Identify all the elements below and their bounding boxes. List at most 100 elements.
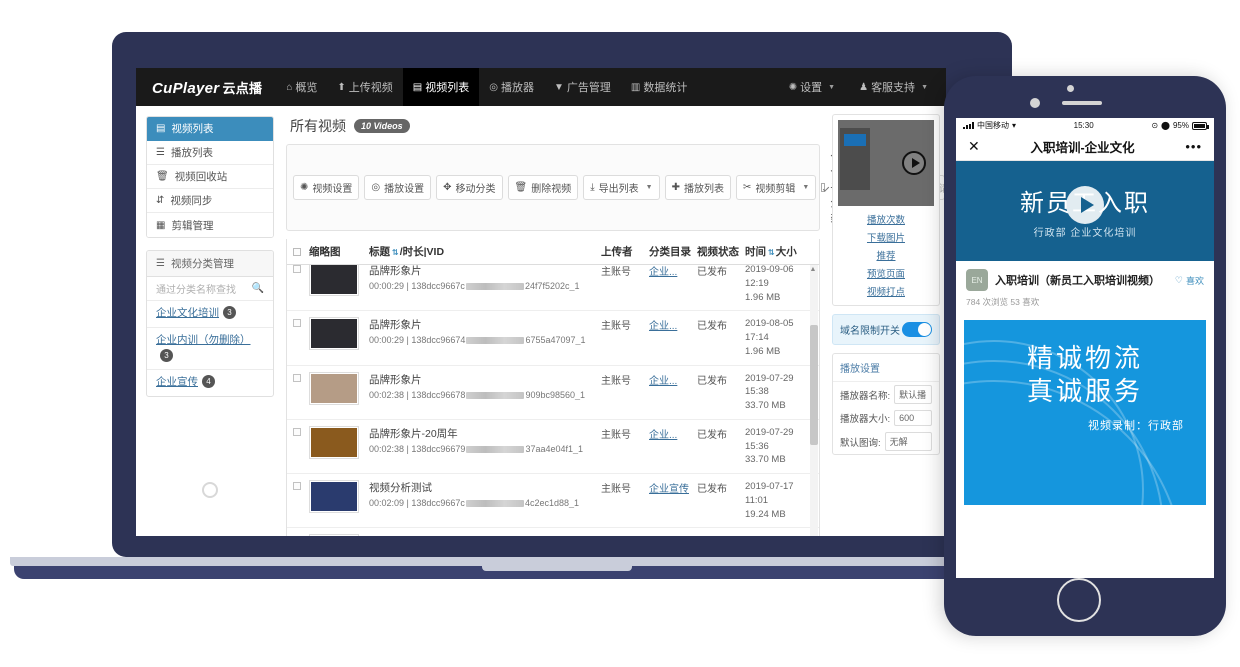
table-row[interactable]: 品牌形象片00:02:38 | 138dcc9667cxxxxxxxxd8918… bbox=[287, 528, 819, 536]
row-checkbox[interactable] bbox=[293, 317, 309, 327]
phone-header: ✕ 入职培训-企业文化 ••• bbox=[956, 133, 1214, 161]
row-checkbox[interactable] bbox=[293, 426, 309, 436]
nav-item-upload[interactable]: ⬆ 上传视频 bbox=[327, 68, 402, 106]
sidebar-item-label: 播放列表 bbox=[171, 145, 213, 160]
row-thumbnail[interactable] bbox=[309, 426, 369, 459]
video-settings-button[interactable]: ✺ 视频设置 bbox=[293, 175, 359, 200]
row-video-title: 品牌形象片 bbox=[369, 534, 595, 536]
category-item-promotion[interactable]: 企业宣传4 bbox=[147, 370, 273, 396]
row-video-meta: 00:00:29 | 138dcc9667cxxxxxxxx24f7f5202c… bbox=[369, 281, 595, 291]
nav-item-overview[interactable]: ⌂ 概览 bbox=[276, 68, 327, 106]
sidebar-item-video-sync[interactable]: ⇵ 视频同步 bbox=[147, 189, 273, 213]
checkbox-box bbox=[821, 183, 825, 192]
table-row[interactable]: 品牌形象片-20周年00:02:38 | 138dcc96679xxxxxxxx… bbox=[287, 420, 819, 474]
sidebar-item-clip-management[interactable]: ▦ 剪辑管理 bbox=[147, 213, 273, 237]
video-clip-button[interactable]: ✂ 视频剪辑 ▼ bbox=[736, 175, 816, 200]
field-input[interactable]: 无解 bbox=[885, 432, 932, 451]
row-category-link[interactable]: 企业宣传 bbox=[649, 484, 689, 495]
row-thumbnail[interactable] bbox=[309, 372, 369, 405]
link-recommend[interactable]: 推荐 bbox=[838, 246, 934, 264]
checkbox-box bbox=[293, 428, 301, 436]
lock-icon: ⬤ bbox=[1161, 121, 1170, 130]
funnel-icon: ▼ bbox=[554, 82, 564, 93]
wifi-icon: ▾ bbox=[1012, 121, 1016, 130]
sort-icon: ⇅ bbox=[392, 248, 398, 257]
nav-item-label: 概览 bbox=[295, 79, 317, 95]
table-row[interactable]: 品牌形象片00:00:29 | 138dcc9667cxxxxxxxx24f7f… bbox=[287, 265, 819, 311]
delete-video-button[interactable]: 🗑 删除视频 bbox=[508, 175, 579, 200]
row-size: 1.96 MB bbox=[745, 345, 819, 359]
page-title: 所有视频 bbox=[290, 116, 346, 136]
row-category-link[interactable]: 企业... bbox=[649, 376, 677, 387]
scroll-up-arrow[interactable]: ▲ bbox=[809, 265, 817, 274]
row-checkbox[interactable] bbox=[293, 265, 309, 273]
nav-item-video-list[interactable]: ▤ 视频列表 bbox=[403, 68, 479, 106]
nav-item-settings[interactable]: ✺ 设置 ▼ bbox=[777, 68, 847, 106]
row-category-link[interactable]: 企业... bbox=[649, 267, 677, 278]
table-row[interactable]: 视频分析测试00:02:09 | 138dcc9667cxxxxxxxx4c2e… bbox=[287, 474, 819, 528]
column-header-time[interactable]: 时间⇅大小 bbox=[745, 244, 819, 259]
row-thumbnail[interactable] bbox=[309, 317, 369, 350]
move-category-button[interactable]: ✥ 移动分类 bbox=[436, 175, 502, 200]
column-header-title[interactable]: 标题⇅/时长|VID bbox=[369, 244, 601, 259]
row-checkbox[interactable] bbox=[293, 534, 309, 536]
category-count-badge: 3 bbox=[223, 306, 236, 319]
rows-container: 品牌形象片 00:00:29 | 138dcc9667cxxxxxxxx24f7f… bbox=[287, 265, 819, 536]
row-size: 19.24 MB bbox=[745, 508, 819, 522]
category-search-input[interactable]: 通过分类名称查找 🔍 bbox=[147, 277, 273, 301]
row-category-link[interactable]: 企业... bbox=[649, 321, 677, 332]
select-all-checkbox[interactable] bbox=[293, 248, 309, 256]
close-icon[interactable]: ✕ bbox=[968, 138, 980, 155]
column-header-uploader: 上传者 bbox=[601, 244, 649, 259]
playlist-button[interactable]: ✚ 播放列表 bbox=[665, 175, 731, 200]
category-count-badge: 3 bbox=[160, 349, 173, 362]
nav-item-statistics[interactable]: ▥ 数据统计 bbox=[621, 68, 697, 106]
video-preview-thumbnail[interactable] bbox=[838, 120, 934, 206]
heart-icon: ♡ bbox=[1175, 275, 1183, 286]
nav-item-ad-management[interactable]: ▼ 广告管理 bbox=[544, 68, 621, 106]
row-time-cell: 2019-07-2915:3633.70 MB bbox=[745, 426, 819, 467]
link-download-image[interactable]: 下载图片 bbox=[838, 228, 934, 246]
row-category-link[interactable]: 企业... bbox=[649, 430, 677, 441]
sidebar-item-video-list[interactable]: ▤ 视频列表 bbox=[147, 117, 273, 141]
play-icon[interactable] bbox=[1066, 186, 1104, 224]
row-thumbnail[interactable] bbox=[309, 480, 369, 513]
domain-restriction-toggle[interactable] bbox=[902, 322, 932, 337]
row-thumbnail[interactable] bbox=[309, 534, 369, 536]
play-icon[interactable] bbox=[902, 151, 926, 175]
category-item-culture-training[interactable]: 企业文化培训3 bbox=[147, 301, 273, 328]
row-checkbox[interactable] bbox=[293, 480, 309, 490]
nav-item-player[interactable]: ◎ 播放器 bbox=[479, 68, 544, 106]
table-row[interactable]: 品牌形象片00:00:29 | 138dcc96674xxxxxxxx6755a… bbox=[287, 311, 819, 365]
export-list-button[interactable]: ⤓ 导出列表 ▼ bbox=[583, 175, 659, 200]
phone-home-button[interactable] bbox=[1057, 578, 1101, 622]
row-time-cell: 2019-07-2915:3833.70 MB bbox=[745, 372, 819, 413]
link-play-count[interactable]: 播放次数 bbox=[838, 210, 934, 228]
nav-item-label: 上传视频 bbox=[349, 79, 393, 95]
field-input[interactable]: 600 bbox=[894, 410, 932, 426]
nav-right-group: ✺ 设置 ▼ ♟ 客服支持 ▼ bbox=[777, 68, 940, 106]
sidebar-item-playlist[interactable]: ☰ 播放列表 bbox=[147, 141, 273, 165]
phone-video-player[interactable]: 新员工入职 行政部 企业文化培训 bbox=[956, 161, 1214, 261]
brand-name-en: CuPlayer bbox=[152, 80, 219, 97]
row-checkbox[interactable] bbox=[293, 372, 309, 382]
scrollbar-thumb[interactable] bbox=[810, 325, 818, 445]
link-video-marker[interactable]: 视频打点 bbox=[838, 282, 934, 300]
sync-icon: ⇵ bbox=[156, 195, 164, 206]
like-button[interactable]: ♡ 喜欢 bbox=[1175, 274, 1204, 287]
link-preview-page[interactable]: 预览页面 bbox=[838, 264, 934, 282]
row-time: 17:14 bbox=[745, 331, 819, 345]
field-input[interactable]: 默认播 bbox=[894, 385, 932, 404]
phone-video-title: 入职培训（新员工入职培训视频） bbox=[995, 272, 1168, 288]
table-row[interactable]: 品牌形象片00:02:38 | 138dcc96678xxxxxxxx909bc… bbox=[287, 366, 819, 420]
category-panel: ☰ 视频分类管理 通过分类名称查找 🔍 企业文化培训3 企业内训（勿删除）3 bbox=[146, 250, 274, 397]
status-left: 中国移动 ▾ bbox=[963, 120, 1016, 131]
play-settings-button[interactable]: ◎ 播放设置 bbox=[364, 175, 431, 200]
nav-item-support[interactable]: ♟ 客服支持 ▼ bbox=[847, 68, 940, 106]
category-item-internal-training[interactable]: 企业内训（勿删除）3 bbox=[147, 328, 273, 371]
row-thumbnail[interactable] bbox=[309, 265, 369, 296]
category-panel-title: 视频分类管理 bbox=[171, 256, 234, 271]
more-icon[interactable]: ••• bbox=[1185, 139, 1202, 154]
sidebar-item-recycle-bin[interactable]: 🗑 视频回收站 bbox=[147, 165, 273, 189]
row-video-title: 品牌形象片-20周年 bbox=[369, 426, 595, 441]
